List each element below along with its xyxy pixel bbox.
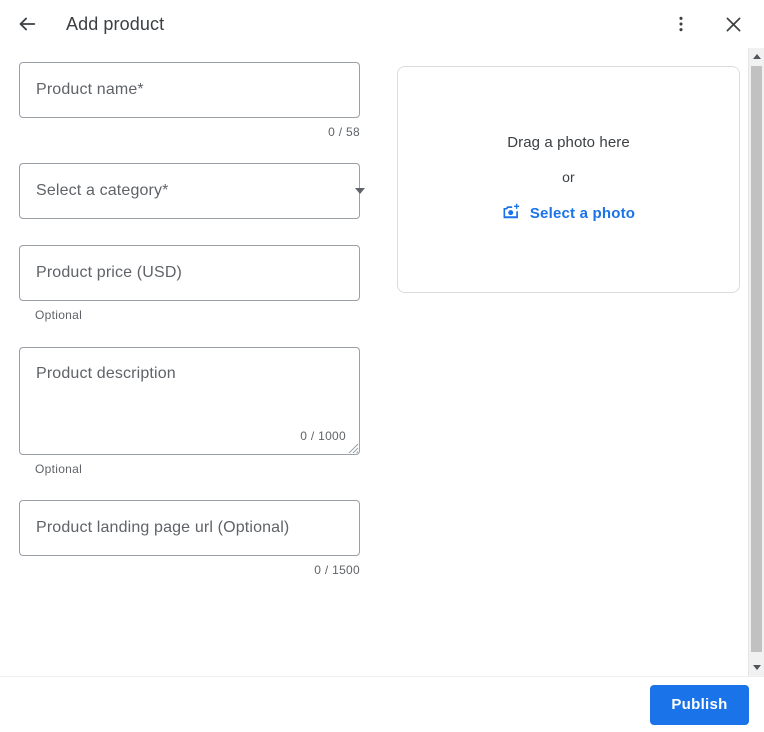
landing-page-placeholder: Product landing page url (Optional) [36, 519, 290, 536]
product-name-input[interactable]: Product name* [19, 62, 360, 118]
dialog-footer: Publish [0, 676, 764, 732]
close-button[interactable] [716, 7, 750, 41]
product-description-counter: 0 / 1000 [300, 429, 346, 443]
publish-button[interactable]: Publish [650, 684, 749, 725]
form-right-column: Drag a photo here or Select a photo [397, 62, 740, 293]
scroll-down-arrow-icon [752, 665, 761, 670]
scrollbar-down-button[interactable] [749, 659, 764, 676]
product-price-helper: Optional [35, 308, 83, 322]
category-select[interactable]: Select a category* [19, 163, 365, 219]
form-left-column: Product name* 0 / 58 Select a category* … [19, 62, 379, 577]
product-price-input[interactable]: Product price (USD) [19, 245, 360, 301]
scroll-up-arrow-icon [752, 54, 761, 59]
select-photo-label: Select a photo [529, 205, 636, 222]
category-field: Select a category* [19, 163, 379, 219]
product-description-placeholder: Product description [36, 365, 176, 382]
close-icon [723, 14, 744, 35]
chevron-down-icon [355, 188, 365, 194]
product-description-textarea[interactable]: Product description 0 / 1000 [19, 347, 360, 455]
scrollbar-up-button[interactable] [749, 48, 764, 65]
photo-dropzone[interactable]: Drag a photo here or Select a photo [397, 66, 740, 293]
landing-page-counter: 0 / 1500 [314, 563, 360, 577]
product-price-field: Product price (USD) Optional [19, 245, 379, 322]
textarea-resize-handle[interactable] [345, 440, 359, 454]
select-photo-button[interactable]: Select a photo [502, 202, 635, 225]
landing-page-field: Product landing page url (Optional) 0 / … [19, 500, 379, 577]
product-description-field: Product description 0 / 1000 Optional [19, 347, 379, 476]
arrow-left-icon [16, 13, 38, 35]
form-content: Product name* 0 / 58 Select a category* … [0, 48, 764, 676]
product-name-placeholder: Product name* [36, 81, 144, 98]
category-placeholder: Select a category* [36, 182, 169, 199]
more-vert-icon [671, 14, 691, 34]
product-name-field: Product name* 0 / 58 [19, 62, 379, 139]
or-text: or [562, 169, 575, 185]
camera-add-icon [502, 202, 521, 225]
product-description-helper: Optional [35, 462, 83, 476]
more-options-button[interactable] [664, 7, 698, 41]
scrollbar-thumb[interactable] [751, 66, 762, 652]
product-name-counter: 0 / 58 [328, 125, 360, 139]
landing-page-input[interactable]: Product landing page url (Optional) [19, 500, 360, 556]
vertical-scrollbar[interactable] [748, 48, 764, 676]
product-price-placeholder: Product price (USD) [36, 264, 182, 281]
page-title: Add product [66, 13, 165, 34]
drag-photo-text: Drag a photo here [507, 134, 630, 151]
dialog-body: Product name* 0 / 58 Select a category* … [0, 48, 764, 676]
dialog-header: Add product [0, 0, 764, 48]
add-product-dialog: Add product Product name* 0 / 58 Select … [0, 0, 764, 732]
back-button[interactable] [10, 7, 44, 41]
